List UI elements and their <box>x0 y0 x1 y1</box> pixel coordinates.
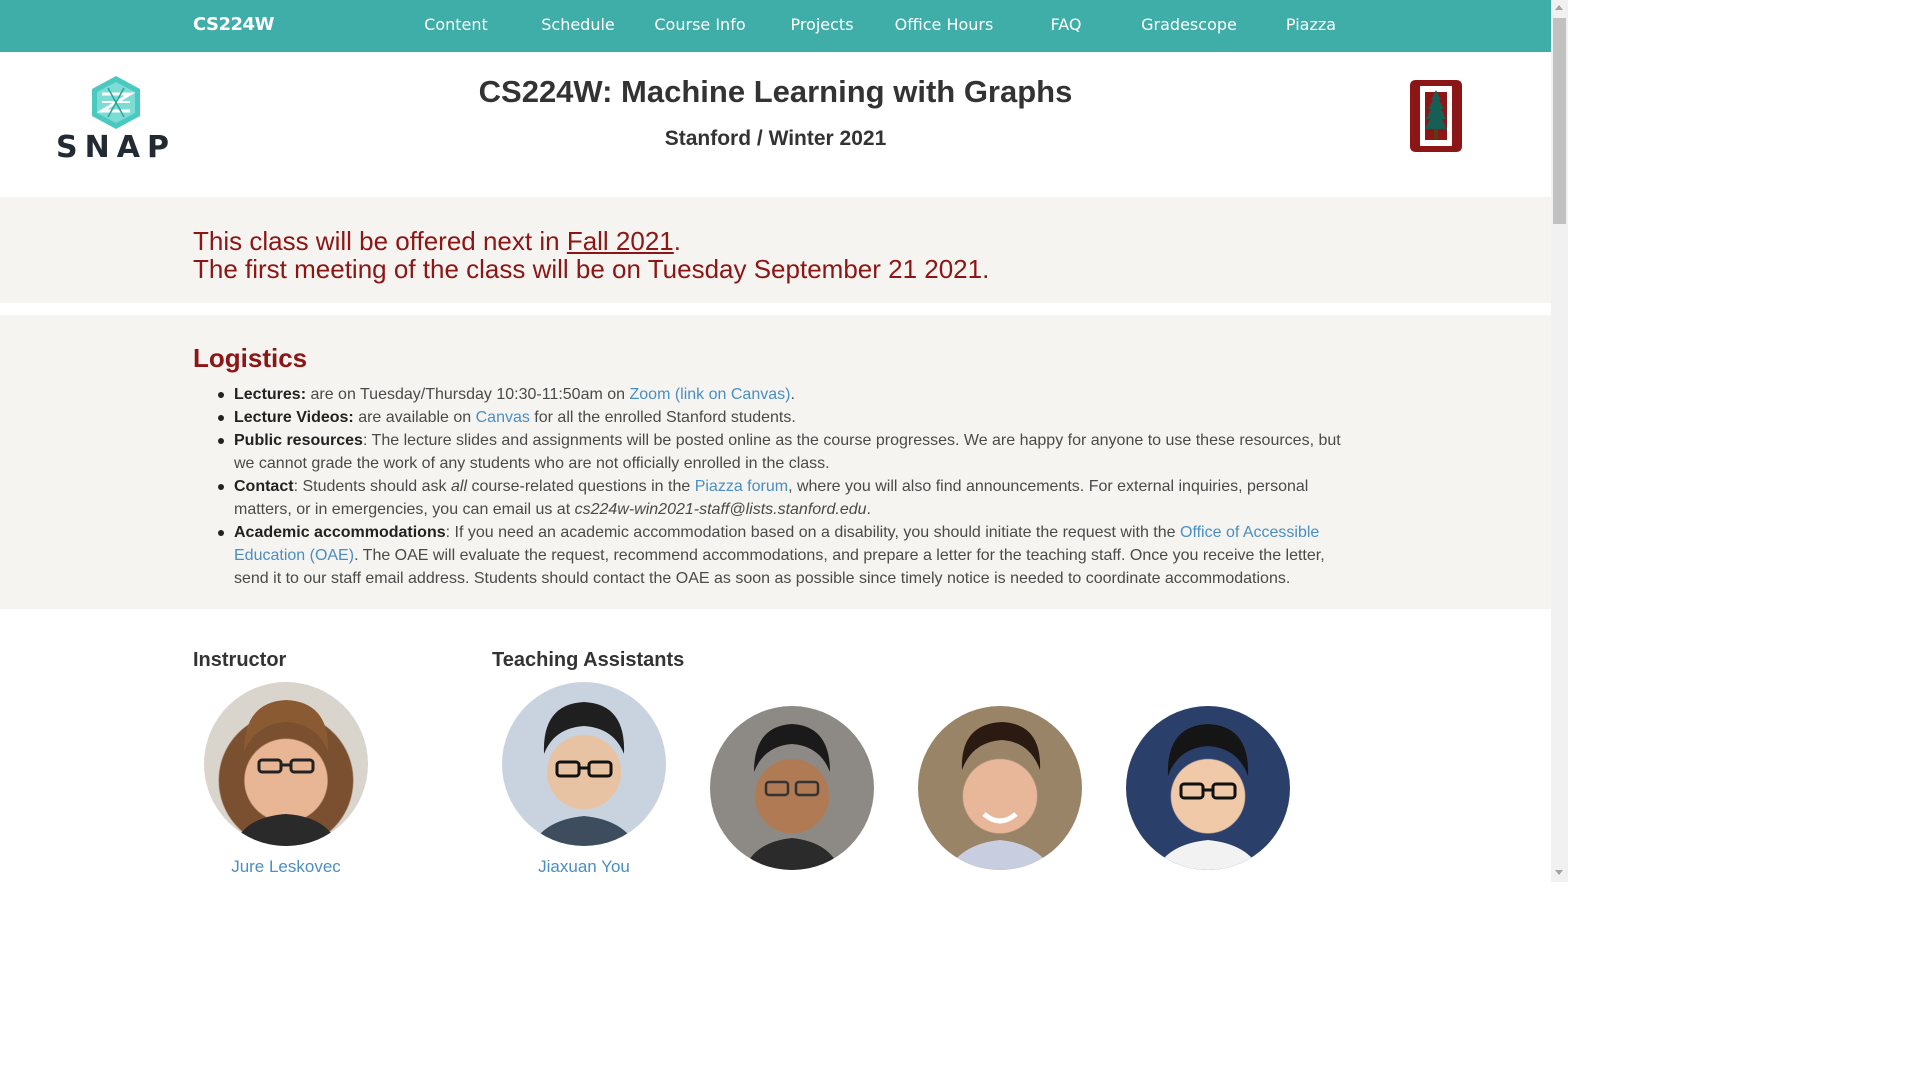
nav-piazza[interactable]: Piazza <box>1286 15 1336 34</box>
contact-end: . <box>866 501 871 518</box>
announcement-line2: The first meeting of the class will be o… <box>193 254 990 284</box>
logistics-item-lectures: Lectures: are on Tuesday/Thursday 10:30-… <box>218 383 1359 406</box>
instructor-heading: Instructor <box>193 649 287 671</box>
nav-office-hours[interactable]: Office Hours <box>895 15 994 34</box>
page-scrollbar[interactable] <box>1551 0 1568 882</box>
ta-avatar-1[interactable] <box>502 682 666 846</box>
lectures-label: Lectures: <box>234 386 307 403</box>
logistics-item-accommodations: Academic accommodations: If you need an … <box>218 521 1359 590</box>
announcement-banner: This class will be offered next in Fall … <box>0 197 1551 303</box>
fall-2021-link[interactable]: Fall 2021 <box>567 226 674 256</box>
page-title: CS224W: Machine Learning with Graphs <box>478 74 1073 109</box>
nav-faq[interactable]: FAQ <box>1051 15 1082 34</box>
logistics-section: Logistics Lectures: are on Tuesday/Thurs… <box>0 315 1551 609</box>
ta-portrait-2 <box>744 724 840 870</box>
accommodations-text1: : If you need an academic accommodation … <box>445 524 1180 541</box>
ta-avatar-4[interactable] <box>1126 706 1290 870</box>
ta-portrait-4 <box>1156 724 1260 870</box>
announcement-line1-prefix: This class will be offered next in <box>193 226 567 256</box>
scroll-up-icon[interactable] <box>1555 5 1563 10</box>
ta-heading: Teaching Assistants <box>492 649 685 671</box>
nav-projects[interactable]: Projects <box>790 15 853 34</box>
nav-content[interactable]: Content <box>424 15 488 34</box>
lectures-end: . <box>790 386 795 403</box>
logistics-item-public: Public resources: The lecture slides and… <box>218 429 1359 475</box>
contact-text1: : Students should ask <box>293 478 451 495</box>
public-text: : The lecture slides and assignments wil… <box>234 432 1341 472</box>
public-label: Public resources <box>234 432 363 449</box>
accommodations-label: Academic accommodations <box>234 524 446 541</box>
scroll-thumb[interactable] <box>1553 18 1566 224</box>
ta-portrait-1 <box>532 702 636 846</box>
logistics-heading: Logistics <box>193 343 308 373</box>
logistics-list: Lectures: are on Tuesday/Thursday 10:30-… <box>218 383 1359 590</box>
lectures-text: are on Tuesday/Thursday 10:30-11:50am on <box>306 386 630 403</box>
instructor-portrait <box>234 700 338 846</box>
logistics-item-videos: Lecture Videos: are available on Canvas … <box>218 406 1359 429</box>
staff-email: cs224w-win2021-staff@lists.stanford.edu <box>574 501 867 518</box>
announcement-line1-suffix: . <box>673 226 682 256</box>
zoom-link[interactable]: Zoom (link on Canvas) <box>630 386 791 403</box>
top-navbar: CS224W Content Schedule Course Info Proj… <box>0 0 1551 52</box>
contact-label: Contact <box>234 478 294 495</box>
nav-schedule[interactable]: Schedule <box>541 15 615 34</box>
contact-emphasis: all <box>451 478 468 495</box>
ta-name-link-1[interactable]: Jiaxuan You <box>538 857 630 877</box>
ta-avatar-3[interactable] <box>918 706 1082 870</box>
piazza-forum-link[interactable]: Piazza forum <box>695 478 788 495</box>
accommodations-text2: . The OAE will evaluate the request, rec… <box>234 547 1325 587</box>
instructor-avatar[interactable] <box>204 682 368 846</box>
canvas-link[interactable]: Canvas <box>476 409 530 426</box>
stanford-logo[interactable] <box>1408 76 1464 156</box>
ta-portrait-3 <box>948 722 1052 870</box>
ta-avatar-2[interactable] <box>710 706 874 870</box>
nav-course-info[interactable]: Course Info <box>654 15 745 34</box>
videos-end: for all the enrolled Stanford students. <box>529 409 796 426</box>
scroll-down-icon[interactable] <box>1555 870 1563 875</box>
announcement-text: This class will be offered next in Fall … <box>193 227 989 283</box>
page-subtitle: Stanford / Winter 2021 <box>664 127 887 150</box>
stanford-tree-icon <box>1410 80 1462 152</box>
instructor-name-link[interactable]: Jure Leskovec <box>231 857 341 877</box>
brand-link[interactable]: CS224W <box>193 14 274 35</box>
videos-label: Lecture Videos: <box>234 409 354 426</box>
contact-text2: course-related questions in the <box>467 478 695 495</box>
logistics-item-contact: Contact: Students should ask all course-… <box>218 475 1359 521</box>
nav-gradescope[interactable]: Gradescope <box>1141 15 1237 34</box>
videos-text: are available on <box>353 409 476 426</box>
